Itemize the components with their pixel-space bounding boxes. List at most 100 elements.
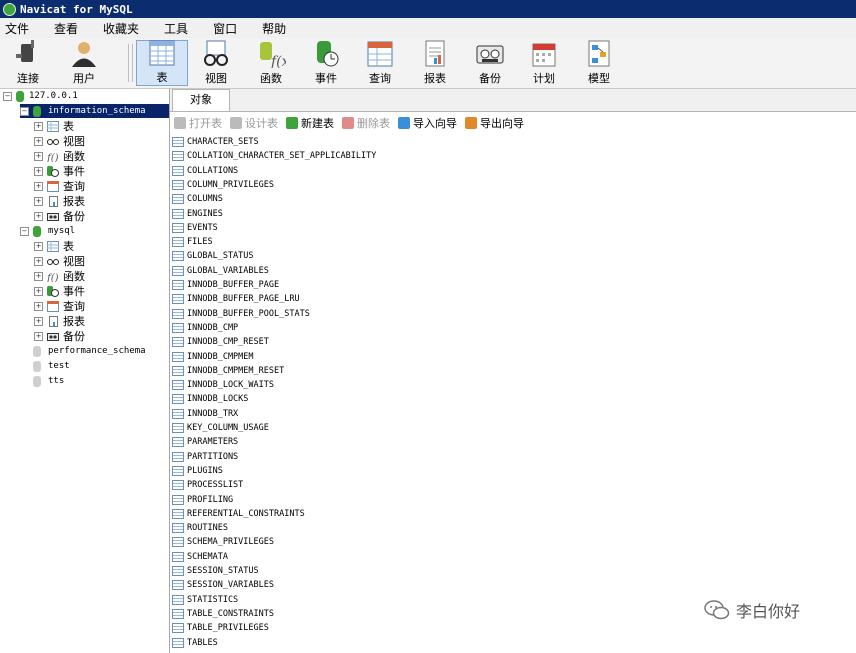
expand-toggle[interactable]: + [34,256,43,266]
expand-toggle[interactable]: + [34,151,43,161]
table-icon [172,322,184,333]
menu-item-3[interactable]: 工具 [159,20,197,37]
action-2[interactable]: 新建表 [286,115,334,131]
tree-connection[interactable]: − 127.0.0.1 [3,89,78,103]
connection-tree[interactable]: −127.0.0.1− information_schema + 表 + 视图 + f() 函数… [0,89,170,653]
table-row[interactable]: PROCESSLIST [172,478,243,492]
expand-toggle[interactable]: + [34,316,43,326]
tree-item-backup[interactable]: + 备份 [34,209,85,223]
tree-database-mysql[interactable]: − mysql [20,224,77,238]
table-name: COLUMN_PRIVILEGES [187,179,274,190]
menu-item-5[interactable]: 帮助 [257,20,295,37]
table-row[interactable]: GLOBAL_STATUS [172,249,254,263]
toolbar-button-backup-tape[interactable]: 备份 [464,40,516,86]
table-row[interactable]: EVENTS [172,221,218,235]
tree-database-information_schema[interactable]: − information_schema [20,104,169,118]
toolbar-button-query[interactable]: 查询 [354,40,406,86]
tree-item-report[interactable]: + 报表 [34,314,85,328]
table-row[interactable]: COLLATION_CHARACTER_SET_APPLICABILITY [172,149,376,163]
table-row[interactable]: SESSION_VARIABLES [172,578,274,592]
report-icon [47,195,59,207]
tree-item-query[interactable]: + 查询 [34,179,85,193]
tree-item-function[interactable]: + f() 函数 [34,149,85,164]
table-row[interactable]: COLUMNS [172,192,223,206]
toolbar-button-table[interactable]: 表 [136,40,188,86]
table-row[interactable]: TABLE_PRIVILEGES [172,621,269,635]
table-row[interactable]: GLOBAL_VARIABLES [172,264,269,278]
collapse-toggle[interactable]: − [3,91,12,101]
toolbar-button-report[interactable]: 报表 [410,40,460,86]
table-row[interactable]: SCHEMATA [172,550,228,564]
table-row[interactable]: INNODB_LOCK_WAITS [172,378,274,392]
table-row[interactable]: KEY_COLUMN_USAGE [172,421,269,435]
action-4[interactable]: 导入向导 [398,115,457,131]
table-row[interactable]: INNODB_BUFFER_POOL_STATS [172,307,310,321]
expand-toggle[interactable]: + [34,136,43,146]
table-row[interactable]: INNODB_LOCKS [172,392,248,406]
action-5[interactable]: 导出向导 [465,115,524,131]
table-row[interactable]: INNODB_CMP_RESET [172,335,269,349]
expand-toggle[interactable]: + [34,181,43,191]
table-row[interactable]: INNODB_CMP [172,321,238,335]
table-row[interactable]: PARAMETERS [172,435,238,449]
table-row[interactable]: ROUTINES [172,521,228,535]
collapse-toggle[interactable]: − [20,106,29,116]
table-row[interactable]: COLUMN_PRIVILEGES [172,178,274,192]
table-list[interactable]: CHARACTER_SETS COLLATION_CHARACTER_SET_AP… [171,135,851,653]
table-row[interactable]: INNODB_BUFFER_PAGE_LRU [172,292,300,306]
table-row[interactable]: INNODB_TRX [172,407,238,421]
tree-database-test[interactable]: test [20,359,72,373]
tree-item-event[interactable]: + 事件 [34,164,85,178]
expand-toggle[interactable]: + [34,196,43,206]
table-row[interactable]: SCHEMA_PRIVILEGES [172,535,274,549]
tree-item-table[interactable]: + 表 [34,119,74,133]
menu-item-0[interactable]: 文件 [0,20,38,37]
expand-toggle[interactable]: + [34,301,43,311]
collapse-toggle[interactable]: − [20,226,29,236]
toolbar-button-calendar[interactable]: 计划 [518,40,570,86]
table-row[interactable]: CHARACTER_SETS [172,135,259,149]
toolbar-button-glasses[interactable]: 视图 [192,40,240,86]
tree-database-tts[interactable]: tts [20,374,66,388]
table-row[interactable]: COLLATIONS [172,164,238,178]
tree-item-function[interactable]: + f() 函数 [34,269,85,284]
table-row[interactable]: TABLES [172,636,218,650]
tree-item-report[interactable]: + 报表 [34,194,85,208]
table-row[interactable]: REFERENTIAL_CONSTRAINTS [172,507,305,521]
table-row[interactable]: TABLE_CONSTRAINTS [172,607,274,621]
menu-item-2[interactable]: 收藏夹 [98,20,148,37]
expand-toggle[interactable]: + [34,166,43,176]
table-row[interactable]: STATISTICS [172,593,238,607]
table-row[interactable]: FILES [172,235,213,249]
table-row[interactable]: INNODB_CMPMEM_RESET [172,364,284,378]
tree-database-performance_schema[interactable]: performance_schema [20,344,148,358]
tree-item-view[interactable]: + 视图 [34,254,85,268]
tree-item-table[interactable]: + 表 [34,239,74,253]
table-row[interactable]: PLUGINS [172,464,223,478]
expand-toggle[interactable]: + [34,286,43,296]
toolbar-button-plug[interactable]: 连接 [4,40,52,86]
table-row[interactable]: ENGINES [172,207,223,221]
toolbar-button-event-clock[interactable]: 事件 [300,40,352,86]
toolbar-button-model[interactable]: 模型 [574,40,624,86]
tree-item-event[interactable]: + 事件 [34,284,85,298]
expand-toggle[interactable]: + [34,271,43,281]
table-row[interactable]: PROFILING [172,493,233,507]
tree-item-backup[interactable]: + 备份 [34,329,85,343]
expand-toggle[interactable]: + [34,121,43,131]
table-row[interactable]: INNODB_CMPMEM [172,350,254,364]
tree-item-query[interactable]: + 查询 [34,299,85,313]
tab-objects[interactable]: 对象 [172,89,230,111]
tree-item-view[interactable]: + 视图 [34,134,85,148]
table-row[interactable]: SESSION_STATUS [172,564,259,578]
table-row[interactable]: INNODB_BUFFER_PAGE [172,278,279,292]
menu-item-1[interactable]: 查看 [49,20,87,37]
toolbar-button-function[interactable]: f(x) 函数 [246,40,296,86]
toolbar-button-user[interactable]: 用户 [58,40,110,86]
toolbar-label: 查询 [369,72,391,85]
expand-toggle[interactable]: + [34,331,43,341]
table-row[interactable]: PARTITIONS [172,450,238,464]
expand-toggle[interactable]: + [34,241,43,251]
menu-item-4[interactable]: 窗口 [208,20,246,37]
expand-toggle[interactable]: + [34,211,43,221]
